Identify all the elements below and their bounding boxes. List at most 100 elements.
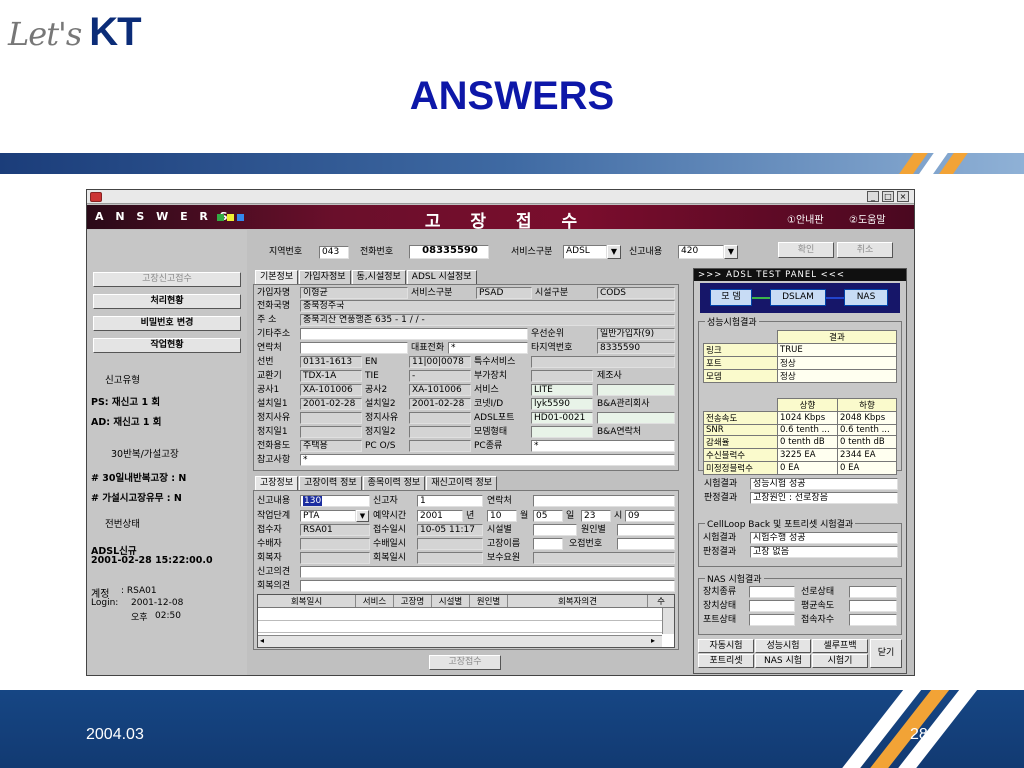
work-stage-select[interactable]: PTA: [300, 510, 356, 522]
other-address-field[interactable]: [300, 328, 528, 340]
phone-station-field[interactable]: 충북청주국: [300, 300, 675, 312]
tab-facility-info[interactable]: 동,시설정보: [351, 270, 406, 284]
pc-os-field[interactable]: [409, 440, 471, 452]
grid-vertical-scrollbar[interactable]: [662, 608, 674, 634]
reserve-year-field[interactable]: 2001: [417, 510, 463, 522]
dslam-node[interactable]: DSLAM: [770, 289, 826, 306]
cellloop-judge-field[interactable]: 고장 없음: [750, 546, 898, 558]
address-field[interactable]: 충북괴산 연풍행촌 635 - 1 / / -: [300, 314, 675, 326]
phone-field[interactable]: 08335590: [409, 245, 489, 259]
work-status-button[interactable]: 작업현황: [93, 338, 241, 353]
restore-opinion-field[interactable]: [300, 580, 675, 592]
cancel-button[interactable]: 취소: [837, 242, 893, 258]
service-type-field[interactable]: PSAD: [476, 287, 532, 299]
adsl-port-field[interactable]: HD01-0021: [531, 412, 593, 424]
grid-horizontal-scrollbar[interactable]: ◂ ▸: [258, 635, 662, 647]
pc-type-field[interactable]: *: [531, 440, 675, 452]
service-item-field[interactable]: LITE: [531, 384, 593, 396]
tab-trouble-history[interactable]: 고장이력 정보: [299, 476, 362, 490]
scroll-left-icon[interactable]: ◂: [260, 636, 264, 645]
trouble-contact-field[interactable]: [533, 495, 675, 507]
repair-time-field[interactable]: [417, 538, 483, 550]
facility-field[interactable]: [533, 524, 577, 536]
tie-field[interactable]: -: [409, 370, 471, 382]
confirm-button[interactable]: 확인: [778, 242, 834, 258]
maximize-button[interactable]: □: [882, 191, 894, 202]
stop-reason1-field[interactable]: [300, 412, 362, 424]
en-field[interactable]: 11|00|0078: [409, 356, 471, 368]
line-no-field[interactable]: 0131-1613: [300, 356, 362, 368]
cell-loopback-button[interactable]: 셀루프백: [812, 639, 868, 653]
tester-button[interactable]: 시험기: [812, 654, 868, 668]
subscriber-name-field[interactable]: 이형균: [300, 287, 408, 299]
device-status-field[interactable]: [749, 600, 795, 612]
ba-company-field[interactable]: [597, 412, 675, 424]
device-type-field[interactable]: [749, 586, 795, 598]
repairer-field[interactable]: [300, 538, 370, 550]
trouble-report-button[interactable]: 고장신고접수: [93, 272, 241, 287]
area-code-field[interactable]: 043: [319, 246, 349, 259]
maintenance-field[interactable]: [533, 552, 675, 564]
nas-node[interactable]: NAS: [844, 289, 888, 306]
trouble-name-field[interactable]: [533, 538, 563, 550]
receiver-field[interactable]: RSA01: [300, 524, 370, 536]
reserve-day-field[interactable]: 05: [533, 510, 563, 522]
port-reset-button[interactable]: 포트리셋: [698, 654, 754, 668]
reserve-minute-field[interactable]: 09: [625, 510, 675, 522]
reserve-month-field[interactable]: 10: [487, 510, 517, 522]
work-stage-dropdown-icon[interactable]: ▼: [356, 510, 369, 522]
facility-type-field[interactable]: CODS: [597, 287, 675, 299]
guide-link[interactable]: ①안내판: [787, 211, 824, 226]
extra-device-field[interactable]: [531, 370, 593, 382]
restore-history-grid[interactable]: 회복일시 서비스 고장명 시설별 원인별 회복자의견 수 ◂ ▸: [257, 594, 675, 648]
report-dropdown-icon[interactable]: ▼: [724, 245, 738, 259]
konet-id-field[interactable]: lyk5590: [531, 398, 593, 410]
phone-usage-field[interactable]: 주택용: [300, 440, 362, 452]
close-panel-button[interactable]: 닫기: [870, 639, 902, 668]
construction1-field[interactable]: XA-101006: [300, 384, 362, 396]
judge-field[interactable]: 고장원인 : 선로장음: [750, 492, 898, 504]
port-status-field[interactable]: [749, 614, 795, 626]
exchange-field[interactable]: TDX-1A: [300, 370, 362, 382]
modem-node[interactable]: 모 뎀: [710, 289, 752, 306]
status-button[interactable]: 처리현황: [93, 294, 241, 309]
nas-test-button[interactable]: NAS 시험: [755, 654, 811, 668]
grid-header-restore-time[interactable]: 회복일시: [258, 595, 356, 607]
scroll-right-icon[interactable]: ▸: [651, 636, 655, 645]
main-phone-field[interactable]: *: [448, 342, 528, 354]
modem-type-field[interactable]: [531, 426, 593, 438]
grid-header-facility[interactable]: 시설별: [432, 595, 470, 607]
test-result-field[interactable]: 성능시험 성공: [750, 478, 898, 490]
grid-header-count[interactable]: 수: [648, 595, 674, 607]
tab-trouble-info[interactable]: 고장정보: [255, 476, 299, 490]
avg-speed-field[interactable]: [849, 600, 897, 612]
reference-field[interactable]: *: [300, 454, 675, 466]
tab-basic-info[interactable]: 기본정보: [255, 270, 299, 284]
operator-no-field[interactable]: [617, 538, 675, 550]
stop-date1-field[interactable]: [300, 426, 362, 438]
help-link[interactable]: ②도움말: [849, 211, 886, 226]
tab-item-history[interactable]: 종목이력 정보: [362, 476, 426, 490]
special-service-field[interactable]: [531, 356, 675, 368]
tab-subscriber-info[interactable]: 가입자정보: [299, 270, 351, 284]
grid-header-trouble-name[interactable]: 고장명: [394, 595, 432, 607]
grid-header-cause[interactable]: 원인별: [470, 595, 508, 607]
auto-test-button[interactable]: 자동시험: [698, 639, 754, 653]
submit-trouble-button[interactable]: 고장접수: [429, 655, 501, 670]
connections-field[interactable]: [849, 614, 897, 626]
restorer-field[interactable]: [300, 552, 370, 564]
install2-field[interactable]: 2001-02-28: [409, 398, 471, 410]
cellloop-test-field[interactable]: 시험수행 성공: [750, 532, 898, 544]
report-opinion-field[interactable]: [300, 566, 675, 578]
other-area-phone-field[interactable]: 8335590: [597, 342, 675, 354]
report-select[interactable]: 420: [678, 245, 724, 259]
line-status-field[interactable]: [849, 586, 897, 598]
install1-field[interactable]: 2001-02-28: [300, 398, 362, 410]
tab-adsl-facility-info[interactable]: ADSL 시설정보: [406, 270, 477, 284]
minimize-button[interactable]: _: [867, 191, 879, 202]
receive-time-field[interactable]: 10-05 11:17: [417, 524, 483, 536]
priority-field[interactable]: 일반가입자(9): [597, 328, 675, 340]
password-change-button[interactable]: 비밀번호 변경: [93, 316, 241, 331]
construction2-field[interactable]: XA-101006: [409, 384, 471, 396]
contact-field[interactable]: [300, 342, 408, 354]
